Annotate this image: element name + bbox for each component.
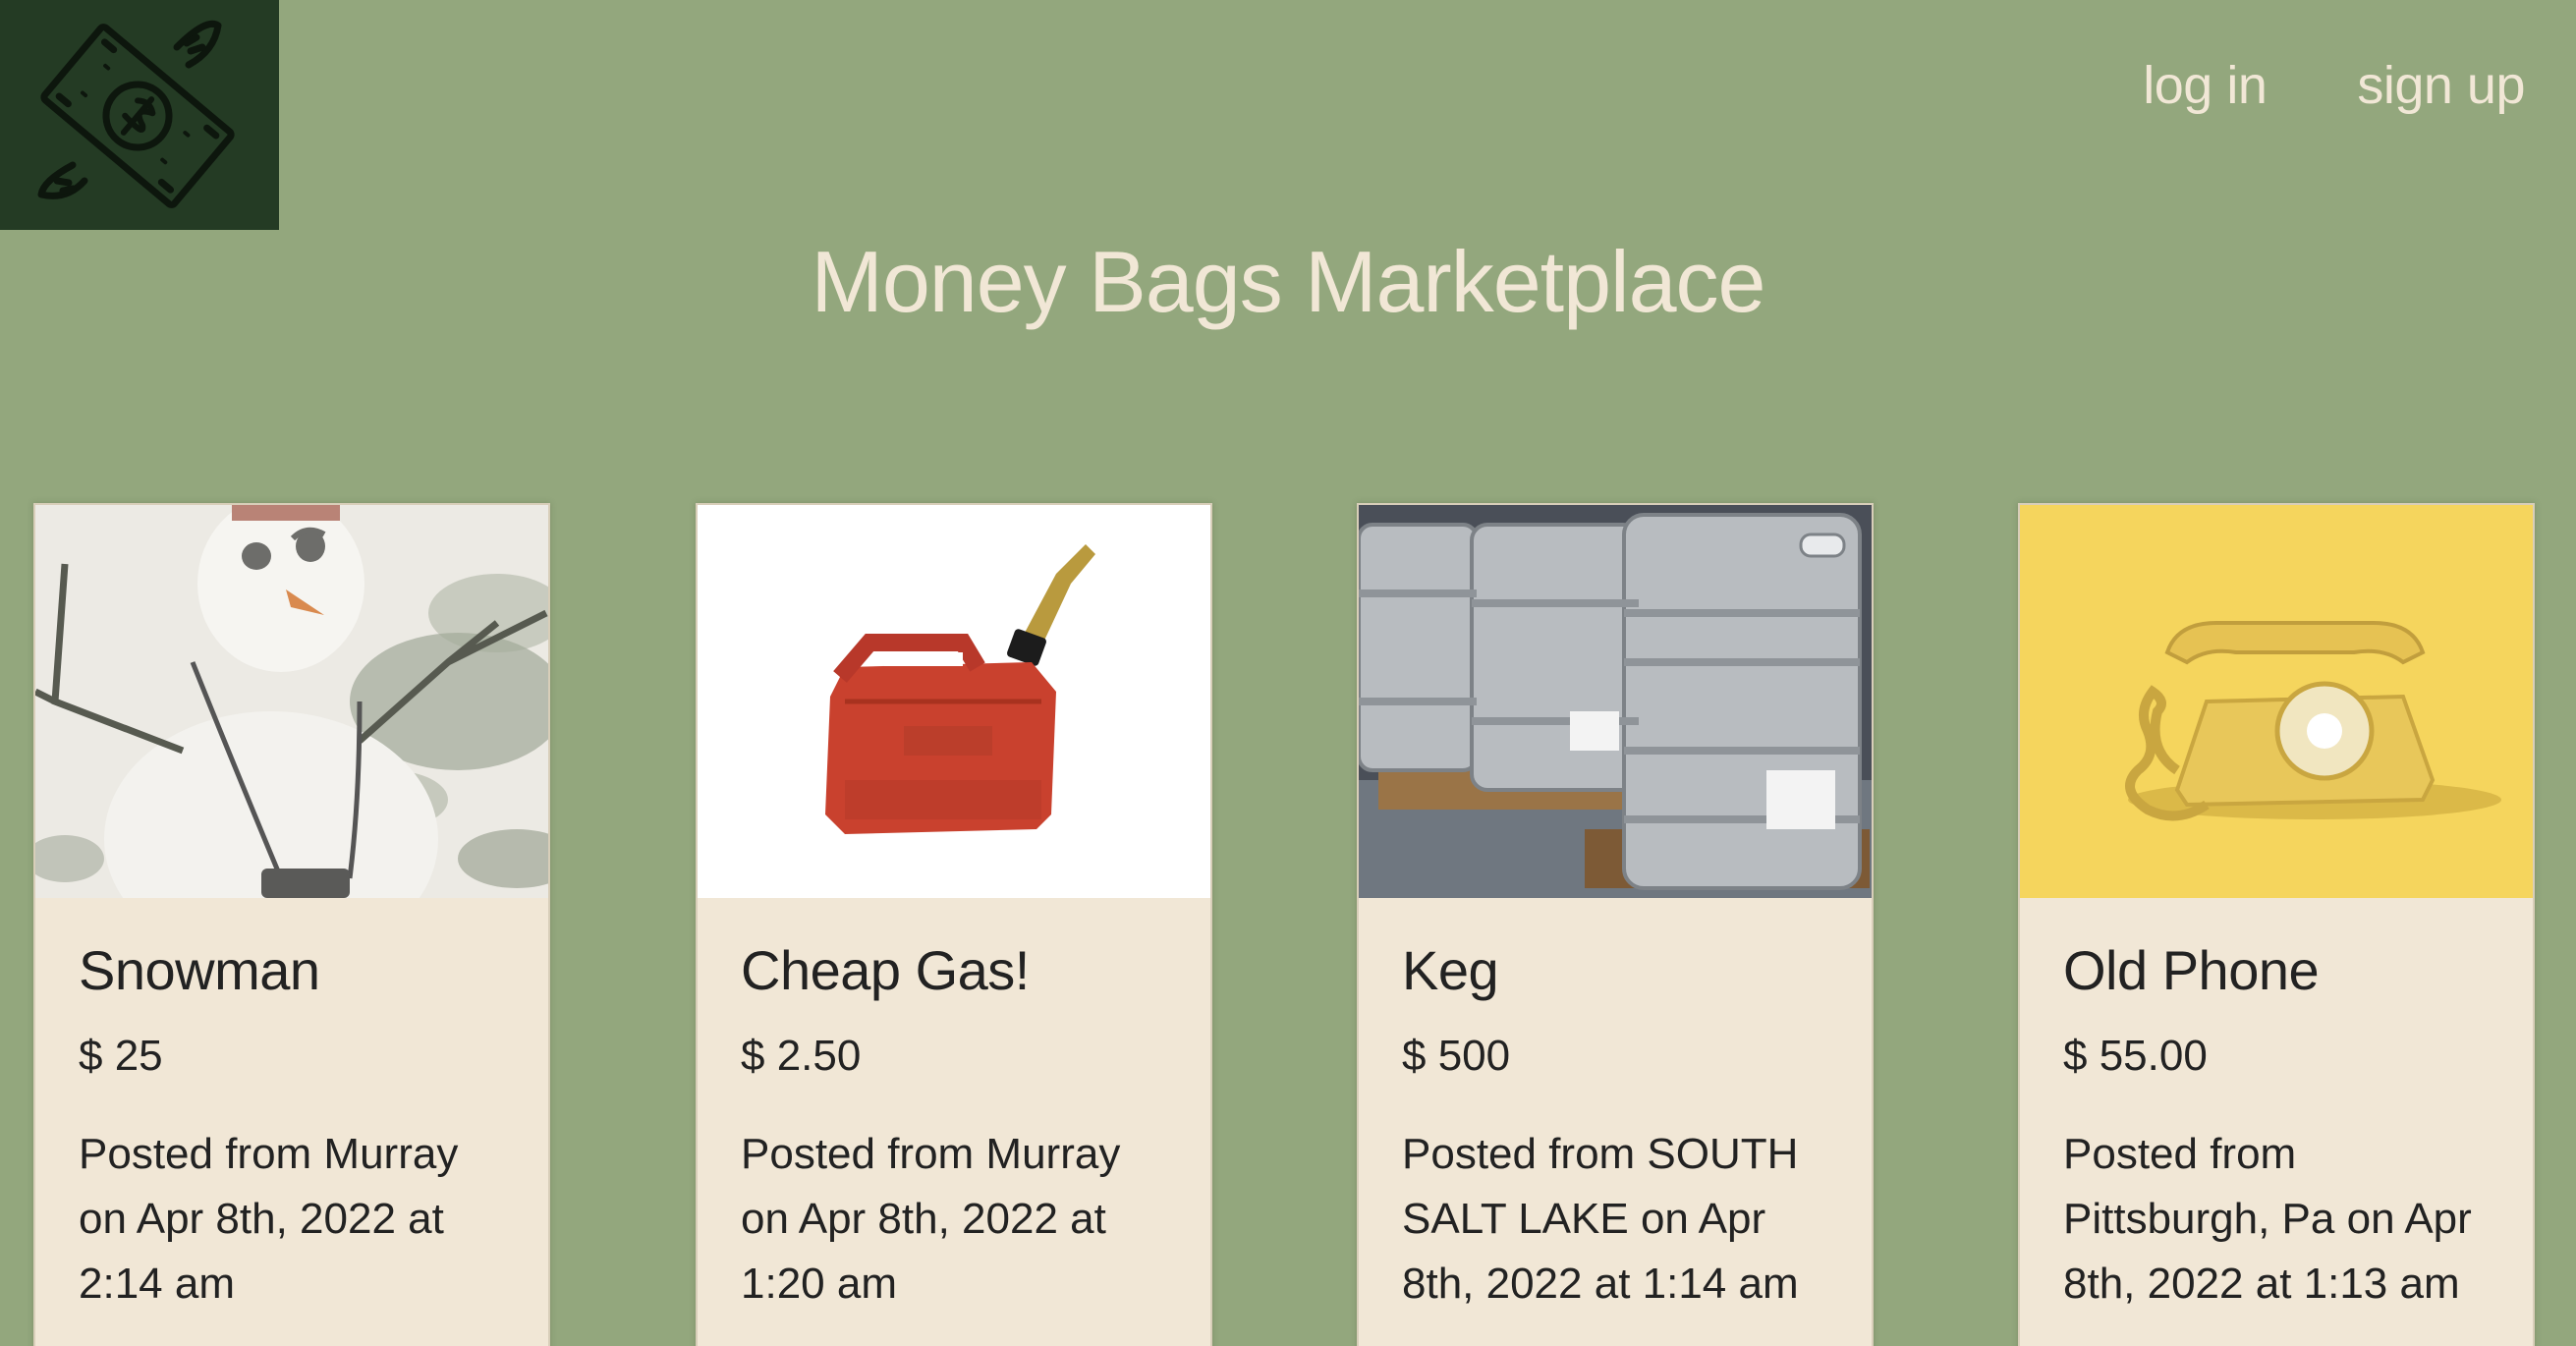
listing-price: $ 2.50 — [741, 1032, 862, 1081]
login-link[interactable]: log in — [2143, 55, 2268, 116]
listing-posted-info: Posted from Pittsburgh, Pa on Apr 8th, 2… — [2063, 1129, 2472, 1308]
listing-title[interactable]: Snowman — [79, 937, 505, 1003]
listing-card[interactable]: Old Phone $ 55.00 Posted from Pittsburgh… — [2018, 503, 2535, 1346]
listing-posted-info: Posted from Murray on Apr 8th, 2022 at 2… — [79, 1129, 459, 1308]
listing-price: $ 25 — [79, 1032, 163, 1081]
listing-price: $ 500 — [1402, 1032, 1511, 1081]
listing-card[interactable]: Keg $ 500 Posted from SOUTH SALT LAKE on… — [1357, 503, 1874, 1346]
rotary-phone-photo[interactable] — [2020, 505, 2533, 898]
page-title: Money Bags Marketplace — [811, 233, 1766, 330]
listing-price: $ 55.00 — [2063, 1032, 2208, 1081]
listing-title[interactable]: Keg — [1402, 937, 1828, 1003]
listing-card[interactable]: Snowman $ 25 Posted from Murray on Apr 8… — [33, 503, 550, 1346]
listing-card[interactable]: Cheap Gas! $ 2.50 Posted from Murray on … — [696, 503, 1212, 1346]
snowman-photo[interactable] — [35, 505, 548, 898]
listing-posted-info: Posted from Murray on Apr 8th, 2022 at 1… — [741, 1129, 1121, 1308]
listing-title[interactable]: Old Phone — [2063, 937, 2490, 1003]
listing-posted-info: Posted from SOUTH SALT LAKE on Apr 8th, … — [1402, 1129, 1799, 1308]
listing-title[interactable]: Cheap Gas! — [741, 937, 1167, 1003]
site-logo[interactable] — [0, 0, 279, 230]
page: log in sign up Money Bags Marketplace Sn… — [0, 0, 2576, 1346]
gas-can-photo[interactable] — [698, 505, 1210, 898]
signup-link[interactable]: sign up — [2357, 55, 2525, 116]
top-nav: log in sign up — [2143, 55, 2525, 116]
kegs-photo[interactable] — [1359, 505, 1872, 898]
flying-money-icon — [37, 20, 235, 208]
